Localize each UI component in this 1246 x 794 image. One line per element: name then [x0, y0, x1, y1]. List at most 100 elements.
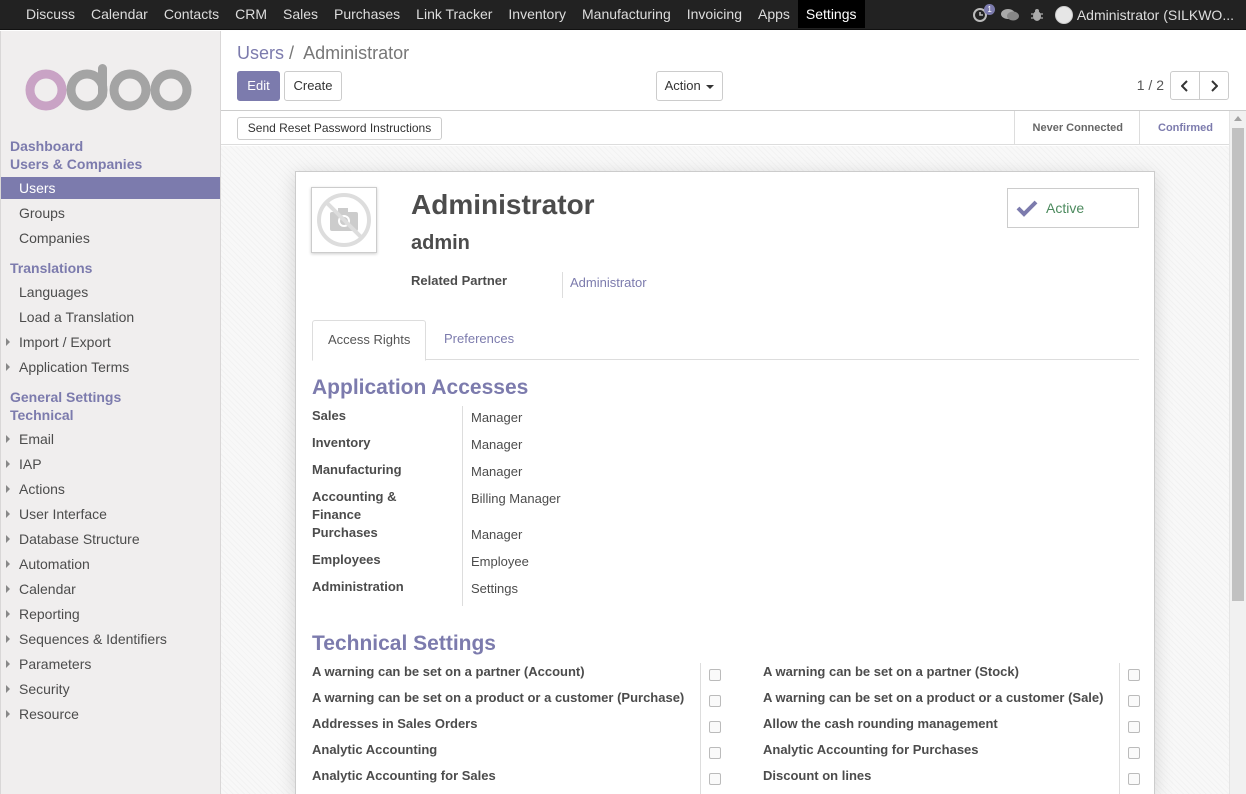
sidebar-item-application-terms[interactable]: Application Terms — [1, 356, 220, 378]
sidebar-item-parameters[interactable]: Parameters — [1, 653, 220, 675]
check-icon — [1016, 200, 1038, 217]
sidebar-item-automation[interactable]: Automation — [1, 553, 220, 575]
tech-setting-checkbox[interactable] — [1128, 669, 1140, 681]
sidebar-item-import-export[interactable]: Import / Export — [1, 331, 220, 353]
sidebar-item-resource[interactable]: Resource — [1, 703, 220, 725]
tech-setting-label: Analytic Accounting for Purchases — [763, 742, 979, 757]
sidebar-item-calendar[interactable]: Calendar — [1, 578, 220, 600]
access-inventory-select[interactable]: Manager — [471, 436, 522, 454]
pager-previous-button[interactable] — [1170, 71, 1200, 100]
breadcrumb: Users / Administrator — [237, 43, 409, 64]
sidebar-item-security[interactable]: Security — [1, 678, 220, 700]
access-manufacturing-select[interactable]: Manager — [471, 463, 522, 481]
activity-icon[interactable]: 1 — [972, 4, 995, 22]
tech-setting-checkbox[interactable] — [709, 747, 721, 759]
active-toggle-button[interactable]: Active — [1007, 188, 1139, 228]
menu-crm[interactable]: CRM — [227, 0, 275, 28]
access-accounting-select[interactable]: Billing Manager — [471, 490, 561, 508]
sidebar-section-technical[interactable]: Technical — [10, 407, 74, 423]
edit-button[interactable]: Edit — [237, 71, 280, 101]
action-dropdown-button[interactable]: Action — [656, 71, 723, 101]
tech-setting-checkbox[interactable] — [1128, 747, 1140, 759]
scrollbar-thumb[interactable] — [1232, 128, 1244, 601]
sidebar-item-label: Import / Export — [19, 334, 111, 350]
sidebar-section-general-settings[interactable]: General Settings — [10, 389, 121, 405]
sidebar-item-users[interactable]: Users — [1, 177, 220, 199]
tech-setting-label: Analytic Accounting — [312, 742, 438, 757]
sidebar-section-translations[interactable]: Translations — [10, 260, 92, 276]
breadcrumb-separator: / — [289, 43, 295, 63]
menu-contacts[interactable]: Contacts — [156, 0, 227, 28]
scroll-up-arrow-icon[interactable] — [1234, 116, 1242, 121]
sidebar-section-dashboard[interactable]: Dashboard — [10, 138, 83, 154]
sidebar-item-companies[interactable]: Companies — [1, 227, 220, 249]
caret-down-icon — [706, 84, 715, 89]
menu-link-tracker[interactable]: Link Tracker — [408, 0, 500, 28]
tech-setting-label: Discount on lines — [763, 768, 872, 783]
debug-bug-icon[interactable] — [1030, 8, 1043, 22]
sidebar-item-user-interface[interactable]: User Interface — [1, 503, 220, 525]
menu-inventory[interactable]: Inventory — [500, 0, 574, 28]
tech-setting-checkbox[interactable] — [1128, 773, 1140, 785]
breadcrumb-users-link[interactable]: Users — [237, 43, 284, 63]
sidebar-item-label: User Interface — [19, 506, 107, 522]
tech-setting-checkbox[interactable] — [1128, 721, 1140, 733]
menu-purchases[interactable]: Purchases — [326, 0, 408, 28]
sidebar-item-label: IAP — [19, 456, 42, 472]
menu-manufacturing[interactable]: Manufacturing — [574, 0, 679, 28]
user-name-field[interactable]: Administrator — [411, 189, 595, 221]
access-purchases-label: Purchases — [312, 525, 378, 540]
access-sales-select[interactable]: Manager — [471, 409, 522, 427]
sidebar-item-groups[interactable]: Groups — [1, 202, 220, 224]
vertical-scrollbar[interactable] — [1229, 111, 1246, 794]
create-button[interactable]: Create — [284, 71, 342, 101]
sidebar-item-actions[interactable]: Actions — [1, 478, 220, 500]
pager-value[interactable]: 1 / 2 — [1137, 77, 1164, 93]
menu-calendar[interactable]: Calendar — [83, 0, 156, 28]
sidebar-item-iap[interactable]: IAP — [1, 453, 220, 475]
menu-settings[interactable]: Settings — [797, 0, 865, 28]
access-employees-label: Employees — [312, 552, 381, 567]
sidebar-item-label: Automation — [19, 556, 90, 572]
sidebar-item-label: Security — [19, 681, 70, 697]
tech-setting-checkbox[interactable] — [1128, 695, 1140, 707]
access-purchases-select[interactable]: Manager — [471, 526, 522, 544]
user-avatar-icon[interactable] — [1054, 6, 1073, 24]
menu-sales[interactable]: Sales — [275, 0, 326, 28]
user-photo[interactable] — [311, 187, 377, 253]
sidebar-item-languages[interactable]: Languages — [1, 281, 220, 303]
caret-right-icon — [6, 510, 10, 518]
odoo-logo[interactable] — [25, 64, 195, 115]
tech-setting-checkbox[interactable] — [709, 721, 721, 733]
tech-setting-checkbox[interactable] — [709, 669, 721, 681]
access-sales-label: Sales — [312, 408, 346, 423]
tech-setting-label: Allow the cash rounding management — [763, 716, 998, 731]
send-reset-password-button[interactable]: Send Reset Password Instructions — [237, 117, 442, 140]
sidebar-item-sequences[interactable]: Sequences & Identifiers — [1, 628, 220, 650]
sidebar-item-reporting[interactable]: Reporting — [1, 603, 220, 625]
tech-setting-checkbox[interactable] — [709, 773, 721, 785]
tech-setting-checkbox[interactable] — [709, 695, 721, 707]
access-administration-select[interactable]: Settings — [471, 580, 518, 598]
user-login-field[interactable]: admin — [411, 232, 470, 255]
sidebar-item-database-structure[interactable]: Database Structure — [1, 528, 220, 550]
menu-apps[interactable]: Apps — [750, 0, 798, 28]
user-menu[interactable]: Administrator (SILKWO... — [1077, 7, 1234, 23]
tab-preferences[interactable]: Preferences — [429, 320, 529, 360]
top-navbar: Discuss Calendar Contacts CRM Sales Purc… — [0, 0, 1246, 30]
action-label: Action — [664, 78, 701, 93]
sidebar-item-email[interactable]: Email — [1, 428, 220, 450]
sidebar-section-users-companies[interactable]: Users & Companies — [10, 156, 142, 172]
technical-settings-heading: Technical Settings — [312, 632, 496, 655]
chat-icon[interactable] — [1000, 8, 1019, 22]
pager-next-button[interactable] — [1199, 71, 1229, 100]
sidebar-item-label: Actions — [19, 481, 65, 497]
related-partner-link[interactable]: Administrator — [570, 275, 647, 290]
caret-right-icon — [6, 635, 10, 643]
menu-discuss[interactable]: Discuss — [18, 0, 83, 28]
menu-invoicing[interactable]: Invoicing — [679, 0, 750, 28]
access-administration-label: Administration — [312, 579, 404, 594]
access-employees-select[interactable]: Employee — [471, 553, 529, 571]
sidebar-item-load-translation[interactable]: Load a Translation — [1, 306, 220, 328]
tab-access-rights[interactable]: Access Rights — [312, 320, 427, 361]
